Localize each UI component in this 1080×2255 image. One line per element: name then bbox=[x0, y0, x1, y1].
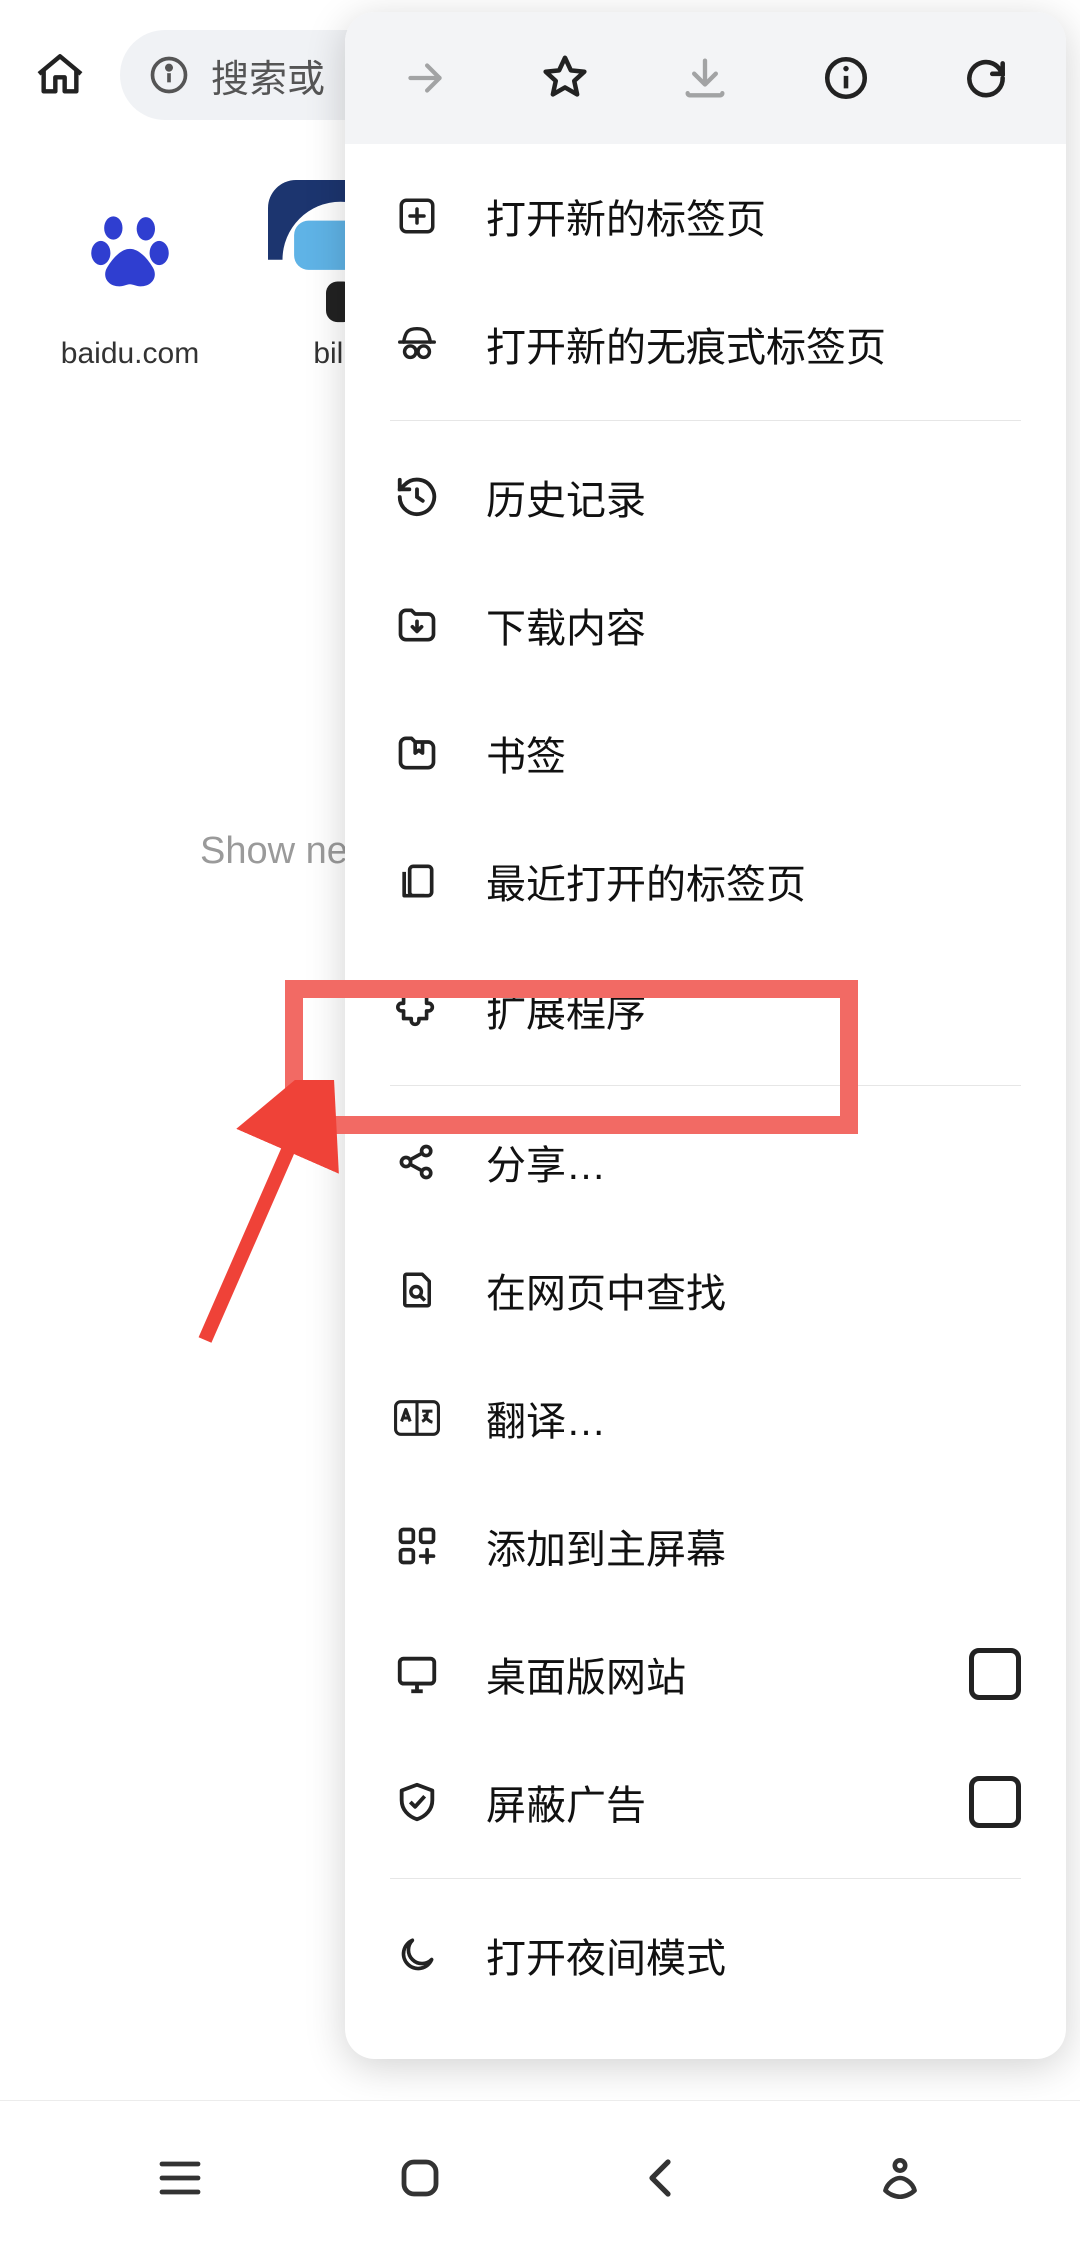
reload-icon bbox=[961, 53, 1011, 103]
download-button[interactable] bbox=[660, 33, 750, 123]
info-icon bbox=[821, 53, 871, 103]
browser-menu: 打开新的标签页 打开新的无痕式标签页 历史记录 下载内容 书签 bbox=[345, 12, 1066, 2059]
speed-dial-tile-baidu[interactable]: baidu.com bbox=[30, 180, 230, 371]
show-news-text: Show ne bbox=[200, 830, 348, 873]
menu-item-incognito-tab[interactable]: 打开新的无痕式标签页 bbox=[345, 280, 1066, 408]
menu-item-label: 打开新的标签页 bbox=[486, 187, 766, 245]
forward-button[interactable] bbox=[380, 33, 470, 123]
menu-item-night-mode[interactable]: 打开夜间模式 bbox=[345, 1891, 1066, 2019]
history-icon bbox=[390, 470, 444, 524]
menu-item-label: 翻译… bbox=[486, 1389, 606, 1447]
nav-recent-button[interactable] bbox=[135, 2133, 225, 2223]
menu-item-recent-tabs[interactable]: 最近打开的标签页 bbox=[345, 817, 1066, 945]
menu-item-add-to-home[interactable]: 添加到主屏幕 bbox=[345, 1482, 1066, 1610]
menu-item-label: 扩展程序 bbox=[486, 980, 646, 1038]
bookmark-button[interactable] bbox=[520, 33, 610, 123]
block-ads-checkbox[interactable] bbox=[969, 1776, 1021, 1828]
menu-item-extensions[interactable]: 扩展程序 bbox=[345, 945, 1066, 1073]
nav-back-icon bbox=[640, 2154, 680, 2202]
block-ads-icon bbox=[390, 1775, 444, 1829]
menu-item-label: 分享… bbox=[486, 1133, 606, 1191]
incognito-icon bbox=[390, 317, 444, 371]
speed-dial-label: baidu.com bbox=[61, 337, 199, 371]
menu-item-label: 最近打开的标签页 bbox=[486, 852, 806, 910]
menu-item-bookmarks[interactable]: 书签 bbox=[345, 689, 1066, 817]
baidu-icon bbox=[58, 180, 203, 325]
bookmarks-icon bbox=[390, 726, 444, 780]
menu-toolbar bbox=[345, 12, 1066, 144]
page-info-button[interactable] bbox=[801, 33, 891, 123]
nav-back-button[interactable] bbox=[615, 2133, 705, 2223]
nav-home-button[interactable] bbox=[375, 2133, 465, 2223]
menu-item-share[interactable]: 分享… bbox=[345, 1098, 1066, 1226]
menu-separator bbox=[390, 1085, 1021, 1086]
menu-item-translate[interactable]: 翻译… bbox=[345, 1354, 1066, 1482]
home-button[interactable] bbox=[20, 35, 100, 115]
menu-item-find-in-page[interactable]: 在网页中查找 bbox=[345, 1226, 1066, 1354]
info-icon bbox=[145, 51, 193, 99]
desktop-site-icon bbox=[390, 1647, 444, 1701]
menu-item-history[interactable]: 历史记录 bbox=[345, 433, 1066, 561]
menu-item-label: 添加到主屏幕 bbox=[486, 1517, 726, 1575]
system-nav-bar bbox=[0, 2100, 1080, 2255]
menu-item-label: 下载内容 bbox=[486, 596, 646, 654]
download-icon bbox=[679, 52, 731, 104]
translate-icon bbox=[390, 1391, 444, 1445]
recent-tabs-icon bbox=[390, 854, 444, 908]
menu-item-label: 历史记录 bbox=[486, 468, 646, 526]
menu-separator bbox=[390, 1878, 1021, 1879]
nav-recent-icon bbox=[156, 2158, 204, 2198]
menu-item-label: 打开新的无痕式标签页 bbox=[486, 315, 886, 373]
share-icon bbox=[390, 1135, 444, 1189]
annotation-arrow bbox=[170, 1080, 370, 1360]
forward-icon bbox=[400, 53, 450, 103]
menu-item-label: 屏蔽广告 bbox=[486, 1773, 646, 1831]
find-icon bbox=[390, 1263, 444, 1317]
star-icon bbox=[538, 51, 592, 105]
menu-item-label: 桌面版网站 bbox=[486, 1645, 686, 1703]
extensions-icon bbox=[390, 982, 444, 1036]
menu-item-block-ads[interactable]: 屏蔽广告 bbox=[345, 1738, 1066, 1866]
desktop-site-checkbox[interactable] bbox=[969, 1648, 1021, 1700]
nav-assistant-icon bbox=[875, 2153, 925, 2203]
address-bar-text: 搜索或 bbox=[211, 48, 325, 103]
add-to-home-icon bbox=[390, 1519, 444, 1573]
menu-item-label: 在网页中查找 bbox=[486, 1261, 726, 1319]
night-mode-icon bbox=[390, 1928, 444, 1982]
menu-item-new-tab[interactable]: 打开新的标签页 bbox=[345, 152, 1066, 280]
menu-item-label: 打开夜间模式 bbox=[486, 1926, 726, 1984]
reload-button[interactable] bbox=[941, 33, 1031, 123]
menu-item-desktop-site[interactable]: 桌面版网站 bbox=[345, 1610, 1066, 1738]
new-tab-icon bbox=[390, 189, 444, 243]
nav-home-icon bbox=[396, 2154, 444, 2202]
menu-separator bbox=[390, 420, 1021, 421]
nav-assistant-button[interactable] bbox=[855, 2133, 945, 2223]
menu-body: 打开新的标签页 打开新的无痕式标签页 历史记录 下载内容 书签 bbox=[345, 144, 1066, 2059]
downloads-icon bbox=[390, 598, 444, 652]
home-icon bbox=[32, 47, 88, 103]
menu-item-downloads[interactable]: 下载内容 bbox=[345, 561, 1066, 689]
menu-item-label: 书签 bbox=[486, 724, 566, 782]
